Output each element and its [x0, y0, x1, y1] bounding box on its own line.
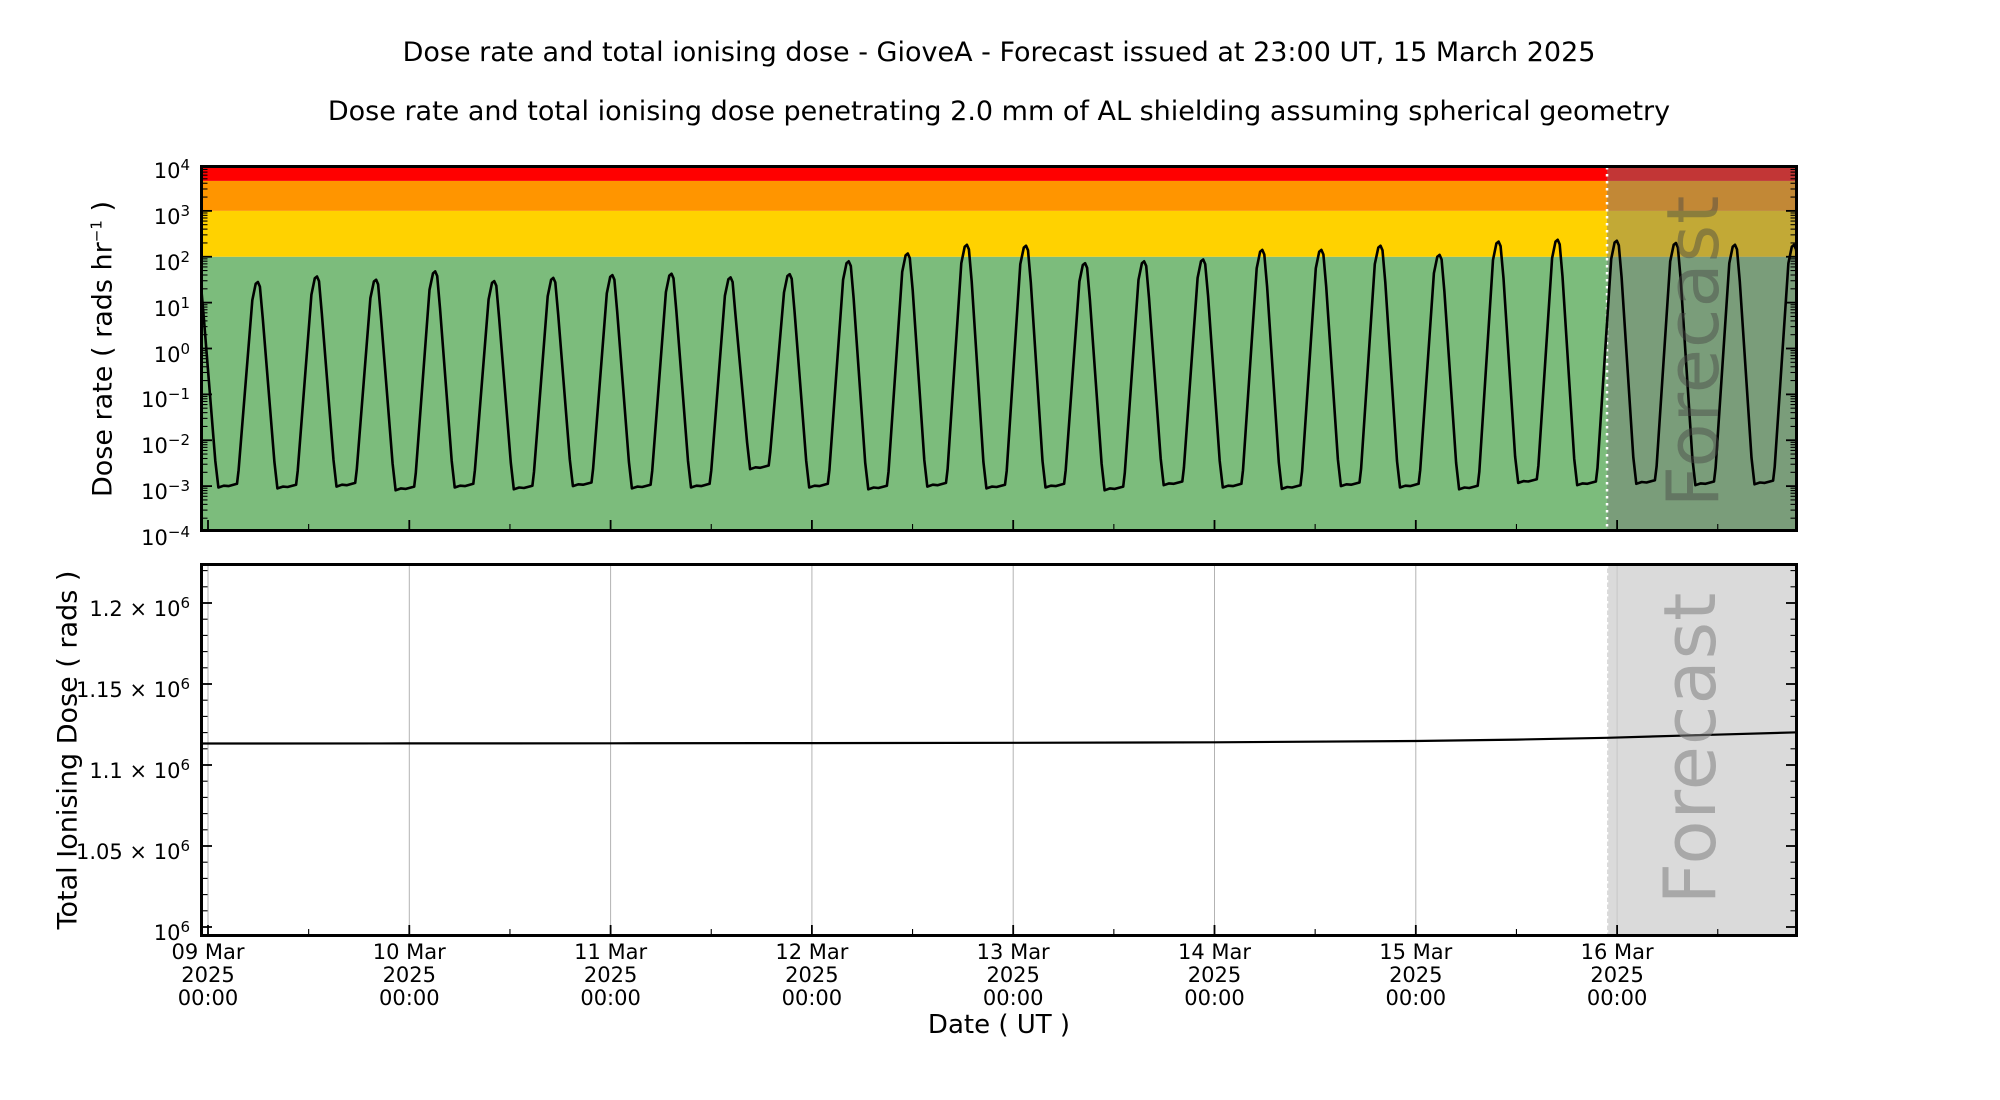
chart-title: Dose rate and total ionising dose - Giov… — [402, 37, 1596, 68]
y-tick-label: 103 — [153, 201, 190, 229]
y-tick-label: 10−1 — [141, 385, 190, 413]
x-tick-label: 13 Mar 2025 00:00 — [976, 940, 1050, 1010]
x-tick-label: 15 Mar 2025 00:00 — [1379, 940, 1453, 1010]
y-tick-label: 1.15 × 106 — [76, 675, 190, 702]
y-tick-label: 10−4 — [141, 523, 190, 550]
x-tick-label: 12 Mar 2025 00:00 — [775, 940, 849, 1010]
alert-band-orange — [200, 180, 1798, 211]
total-dose-plot — [200, 563, 1798, 937]
y-tick-label: 10−2 — [141, 431, 190, 459]
y-tick-label: 10−3 — [141, 477, 190, 505]
y-tick-label: 106 — [153, 918, 190, 945]
alert-band-yellow — [200, 210, 1798, 257]
x-tick-label: 09 Mar 2025 00:00 — [171, 940, 245, 1010]
y-tick-label: 100 — [153, 339, 190, 367]
x-tick-label: 11 Mar 2025 00:00 — [574, 940, 648, 1010]
y-tick-label: 1.1 × 106 — [89, 756, 190, 783]
x-tick-label: 10 Mar 2025 00:00 — [372, 940, 446, 1010]
y-tick-label: 102 — [153, 247, 190, 275]
x-tick-label: 14 Mar 2025 00:00 — [1177, 940, 1252, 1010]
chart-subtitle: Dose rate and total ionising dose penetr… — [327, 96, 1671, 127]
x-tick-label: 16 Mar 2025 00:00 — [1580, 940, 1654, 1010]
forecast-watermark-top: Forecast — [1651, 194, 1735, 508]
x-axis-label: Date ( UT ) — [927, 1010, 1071, 1040]
radiation-forecast-figure: Dose rate and total ionising dose - Giov… — [0, 0, 2000, 1100]
y-tick-label: 104 — [153, 156, 190, 183]
forecast-watermark-bottom: Forecast — [1648, 591, 1732, 905]
y-tick-label: 1.2 × 106 — [89, 594, 190, 621]
y-tick-label: 101 — [153, 293, 190, 321]
dose-rate-plot — [200, 165, 1798, 532]
y-tick-label: 1.05 × 106 — [76, 837, 190, 864]
